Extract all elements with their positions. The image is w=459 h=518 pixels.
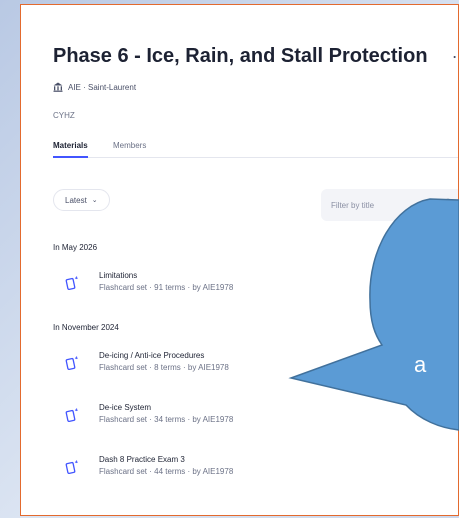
item-meta: Flashcard set · 34 terms · by AIE1978 [99,415,234,424]
flashcard-icon [65,408,78,423]
item-meta: Flashcard set · 8 terms · by AIE1978 [99,363,229,372]
page-title: Phase 6 - Ice, Rain, and Stall Protectio… [53,45,428,67]
flashcard-icon [65,460,78,475]
callout-text: a [414,352,427,377]
title-row: Phase 6 - Ice, Rain, and Stall Protectio… [53,45,458,68]
more-options-button[interactable]: ·· [452,46,458,67]
organization[interactable]: AIE · Saint-Laurent [53,82,136,92]
item-meta: Flashcard set · 91 terms · by AIE1978 [99,283,234,292]
item-name: De-ice System [99,403,152,412]
item-name: Dash 8 Practice Exam 3 [99,455,185,464]
course-code: CYHZ [53,111,75,120]
sort-dropdown[interactable]: Latest ⌄ [53,189,110,211]
item-name: De-icing / Anti-ice Procedures [99,351,205,360]
flashcard-icon [65,276,78,291]
filter-placeholder: Filter by title [331,201,375,210]
item-meta: Flashcard set · 44 terms · by AIE1978 [99,467,234,476]
school-icon [53,82,63,92]
study-folder-panel: Phase 6 - Ice, Rain, and Stall Protectio… [20,4,459,516]
tab-bar: Materials Members [53,141,458,158]
flashcard-icon [65,356,78,371]
tab-materials[interactable]: Materials [53,141,88,158]
organization-name: AIE · Saint-Laurent [68,82,137,92]
search-icon[interactable] [443,198,455,210]
group-title-november-2024: In November 2024 [53,323,119,332]
tab-members[interactable]: Members [113,141,146,156]
filter-input[interactable]: Filter by title [321,189,458,221]
item-name: Limitations [99,271,138,280]
sort-label: Latest [65,195,87,205]
group-title-may-2026: In May 2026 [53,243,98,252]
chevron-down-icon: ⌄ [91,197,98,204]
